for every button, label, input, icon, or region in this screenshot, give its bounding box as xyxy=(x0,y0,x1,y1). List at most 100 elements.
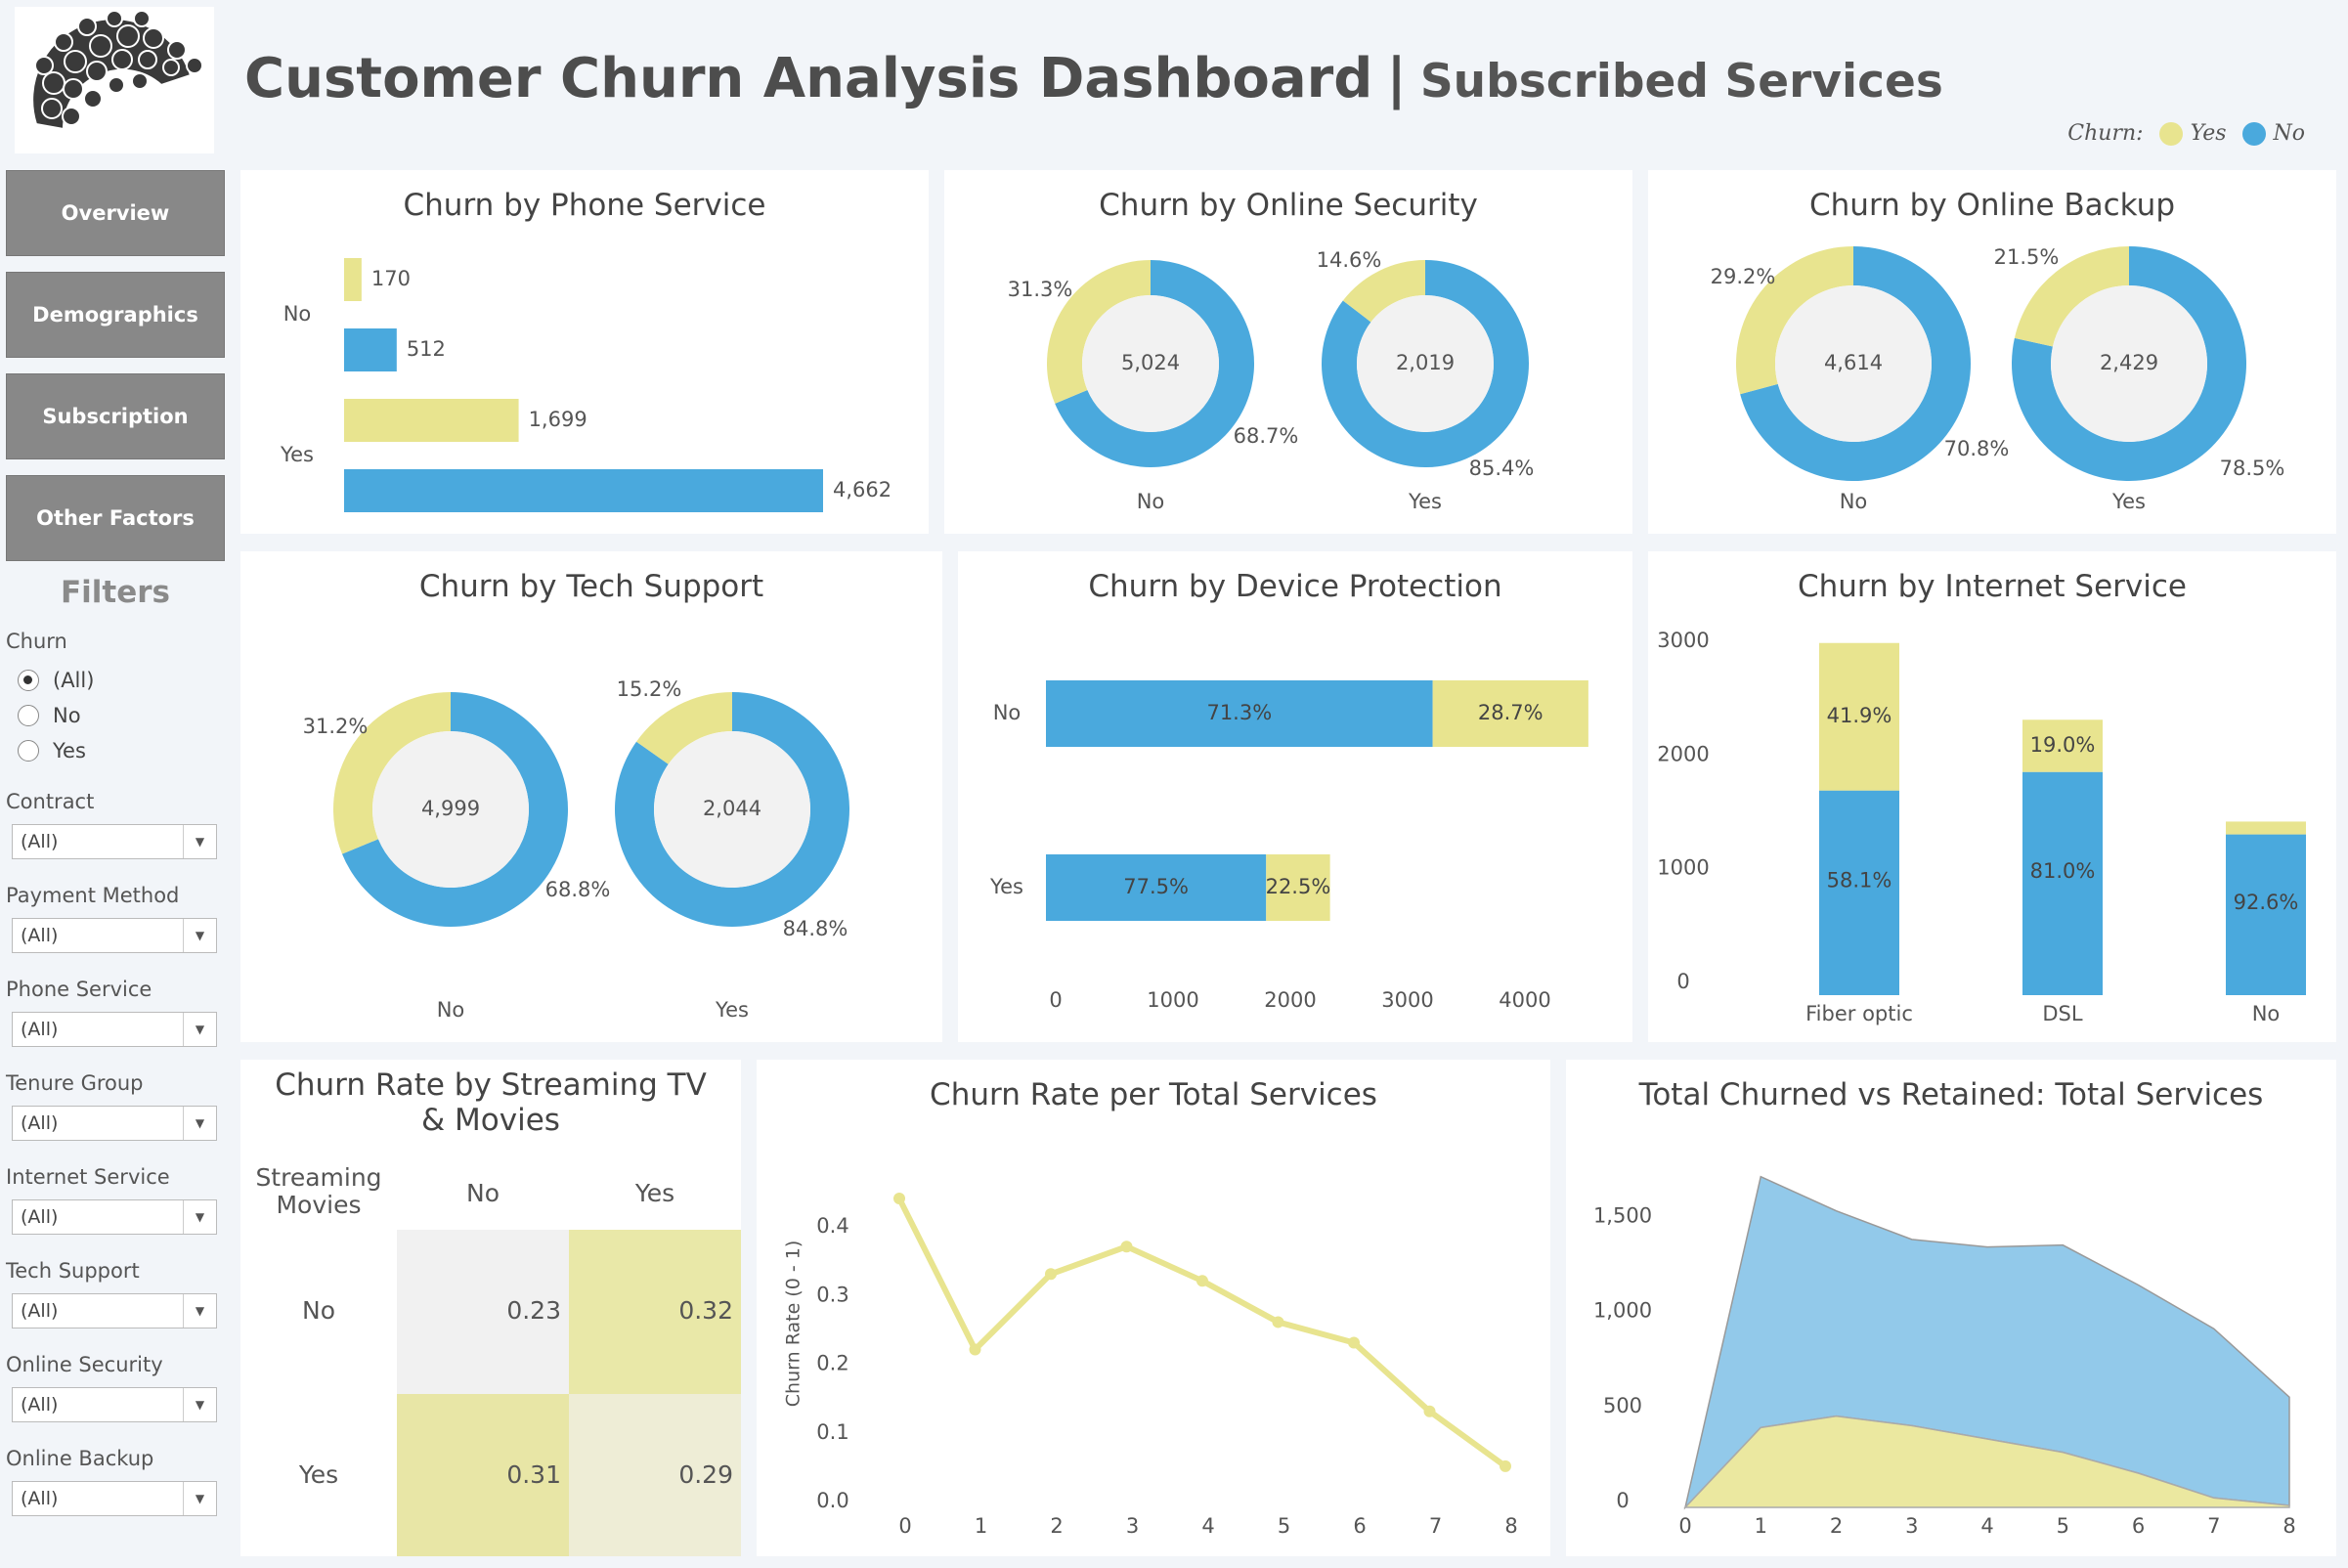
select-value: (All) xyxy=(21,1394,59,1416)
cell-value-label: 0.32 xyxy=(678,1296,733,1325)
churn-radio-all[interactable]: (All) xyxy=(18,669,94,692)
chevron-down-icon[interactable]: ▼ xyxy=(183,919,216,952)
data-point xyxy=(1423,1405,1436,1417)
x-tick-label: 4 xyxy=(1201,1514,1214,1538)
yes-pct-label: 29.2% xyxy=(1711,265,1776,288)
panel-phone-service: Churn by Phone Service 170 512 1,699 4,662 N… xyxy=(240,170,929,534)
radio-selected-icon xyxy=(18,670,39,691)
yes-pct-label: 21.5% xyxy=(1994,245,2060,269)
title-subtitle: Subscribed Services xyxy=(1419,55,1943,109)
panel-churn-rate: Churn Rate per Total Services 0.0 0.1 0.2 0… xyxy=(757,1060,1550,1556)
y-tick-label: 0.1 xyxy=(816,1420,848,1444)
nav-demographics-button[interactable]: Demographics xyxy=(6,272,225,358)
no-pct-label: 68.7% xyxy=(1234,424,1299,448)
row-header-label: Movies xyxy=(276,1191,361,1219)
filter-internet-select[interactable]: (All) ▼ xyxy=(12,1199,217,1235)
x-tick-label: 7 xyxy=(2207,1514,2220,1538)
bar xyxy=(344,258,362,301)
category-label: No xyxy=(993,701,1022,724)
chevron-down-icon[interactable]: ▼ xyxy=(183,1388,216,1421)
filter-phone-select[interactable]: (All) ▼ xyxy=(12,1012,217,1047)
donut-no-total-label: 4,999 xyxy=(421,797,480,820)
chevron-down-icon[interactable]: ▼ xyxy=(183,1200,216,1234)
chevron-down-icon[interactable]: ▼ xyxy=(183,1294,216,1328)
x-tick-label: 6 xyxy=(1353,1514,1366,1538)
row-label: No xyxy=(302,1296,335,1325)
chevron-down-icon[interactable]: ▼ xyxy=(183,1482,216,1515)
x-tick-label: 6 xyxy=(2132,1514,2145,1538)
title-main: Customer Churn Analysis Dashboard xyxy=(244,47,1373,110)
data-point xyxy=(1045,1268,1057,1281)
total-services-area-chart: 0 500 1,000 1,500 0 1 2 3 4 5 6 7 8 xyxy=(1593,1175,2296,1538)
filter-tech-select[interactable]: (All) ▼ xyxy=(12,1293,217,1328)
pct-label: 92.6% xyxy=(2234,891,2299,914)
x-tick-label: 8 xyxy=(2283,1514,2295,1538)
pct-label: 58.1% xyxy=(1827,868,1892,892)
data-point xyxy=(1196,1275,1208,1287)
x-tick-label: 1000 xyxy=(1147,988,1198,1012)
churn-radio-no[interactable]: No xyxy=(18,704,81,727)
x-tick-label: 3000 xyxy=(1381,988,1433,1012)
y-tick-label: 0.4 xyxy=(816,1214,848,1238)
x-tick-label: 0 xyxy=(1678,1514,1691,1538)
internet-service-chart: 0 1000 2000 3000 58.1% 41.9% Fiber optic 81.0% 1… xyxy=(1657,629,2306,1025)
radio-label: (All) xyxy=(53,669,95,692)
select-value: (All) xyxy=(21,925,59,946)
bar-yes xyxy=(2226,821,2306,835)
x-tick-label: 0 xyxy=(1049,988,1062,1012)
select-value: (All) xyxy=(21,1488,59,1509)
nav-subscription-button[interactable]: Subscription xyxy=(6,373,225,459)
filter-tenure-select[interactable]: (All) ▼ xyxy=(12,1106,217,1141)
x-tick-label: 8 xyxy=(1504,1514,1517,1538)
filter-contract-select[interactable]: (All) ▼ xyxy=(12,824,217,859)
category-label: Fiber optic xyxy=(1805,1002,1913,1025)
yes-pct-label: 31.2% xyxy=(303,715,369,738)
pct-label: 19.0% xyxy=(2030,733,2096,757)
pct-label: 41.9% xyxy=(1827,704,1892,727)
x-tick-label: 3 xyxy=(1126,1514,1139,1538)
donut-no-total-label: 4,614 xyxy=(1824,351,1883,374)
column-header-label: No xyxy=(466,1179,500,1207)
series-line xyxy=(896,1197,1507,1469)
data-point xyxy=(1120,1241,1133,1253)
y-tick-label: 1,000 xyxy=(1593,1299,1652,1323)
data-label: 170 xyxy=(371,267,411,290)
y-tick-label: 3000 xyxy=(1657,629,1709,652)
chevron-down-icon[interactable]: ▼ xyxy=(183,1107,216,1140)
nav-overview-button[interactable]: Overview xyxy=(6,170,225,256)
filter-internet-label: Internet Service xyxy=(6,1165,170,1189)
churn-radio-yes[interactable]: Yes xyxy=(18,739,86,762)
select-value: (All) xyxy=(21,1300,59,1322)
data-point xyxy=(1348,1336,1360,1349)
category-label: DSL xyxy=(2042,1002,2083,1025)
y-tick-label: 1000 xyxy=(1657,856,1709,880)
data-point xyxy=(969,1343,981,1356)
x-tick-label: 2 xyxy=(1830,1514,1843,1538)
legend-no-swatch xyxy=(2241,121,2266,146)
nav-other-factors-button[interactable]: Other Factors xyxy=(6,475,225,561)
filter-security-select[interactable]: (All) ▼ xyxy=(12,1387,217,1422)
category-label: No xyxy=(2252,1002,2281,1025)
x-tick-label: 4000 xyxy=(1499,988,1550,1012)
filter-tenure-label: Tenure Group xyxy=(6,1071,144,1095)
filter-backup-select[interactable]: (All) ▼ xyxy=(12,1481,217,1516)
legend-yes-swatch xyxy=(2158,121,2183,146)
churn-rate-chart: 0.0 0.1 0.2 0.3 0.4 0 1 2 3 4 5 6 7 8 Churn Rate (0 - … xyxy=(783,1193,1518,1538)
no-pct-label: 68.8% xyxy=(545,878,611,901)
x-tick-label: 5 xyxy=(1278,1514,1290,1538)
tech-support-chart: 4,999 31.2% 68.8% No 2,044 15.2% 84.8% Yes xyxy=(303,677,849,1022)
churn-legend: Churn: Yes No xyxy=(2067,121,2305,146)
column-header-label: Yes xyxy=(634,1179,674,1207)
category-label: No xyxy=(437,998,465,1022)
title-separator: | xyxy=(1386,47,1407,110)
chevron-down-icon[interactable]: ▼ xyxy=(183,825,216,858)
geodesic-dome-icon xyxy=(31,10,203,131)
chevron-down-icon[interactable]: ▼ xyxy=(183,1013,216,1046)
select-value: (All) xyxy=(21,1206,59,1228)
category-label: No xyxy=(283,302,312,326)
donut-no-total-label: 5,024 xyxy=(1121,351,1180,374)
bar xyxy=(344,328,397,371)
filter-payment-select[interactable]: (All) ▼ xyxy=(12,918,217,953)
bar xyxy=(344,469,823,512)
select-value: (All) xyxy=(21,831,59,852)
